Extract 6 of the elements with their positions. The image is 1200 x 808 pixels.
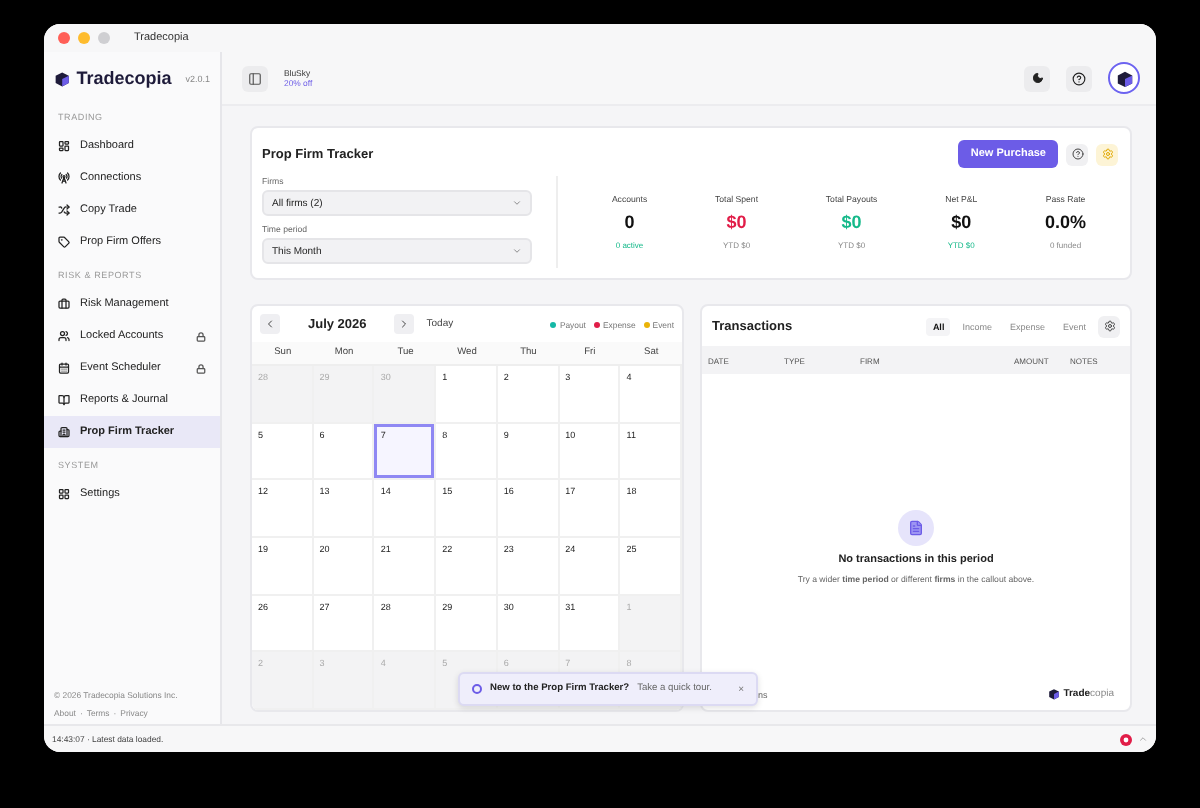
- stat-value: 0: [624, 212, 635, 232]
- stat-value: $0: [726, 212, 747, 232]
- brand-name: Tradecopia: [76, 68, 172, 88]
- stat-value: $0: [951, 212, 972, 232]
- stat-value: 0.0%: [1045, 212, 1087, 232]
- stat-value: $0: [841, 212, 862, 232]
